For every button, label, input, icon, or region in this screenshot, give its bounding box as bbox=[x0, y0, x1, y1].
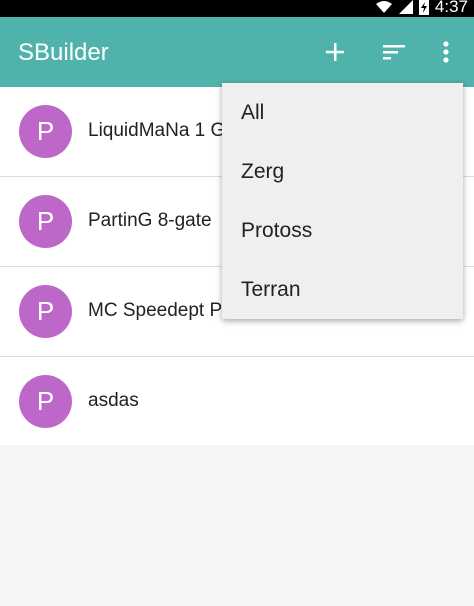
add-icon bbox=[326, 43, 344, 61]
menu-item-all[interactable]: All bbox=[222, 83, 463, 142]
sort-button[interactable] bbox=[377, 35, 411, 69]
signal-icon bbox=[398, 0, 413, 14]
list-item[interactable]: P asdas bbox=[0, 357, 474, 445]
overflow-menu-button[interactable] bbox=[429, 35, 463, 69]
list-item-title: asdas bbox=[88, 390, 139, 411]
list-item-title: MC Speedept P bbox=[88, 300, 223, 321]
more-vert-icon bbox=[443, 41, 449, 63]
filter-dropdown-menu: All Zerg Protoss Terran bbox=[222, 83, 463, 319]
app-title: SBuilder bbox=[18, 39, 109, 66]
wifi-icon bbox=[375, 0, 392, 13]
list-item-title: LiquidMaNa 1 G bbox=[88, 120, 226, 141]
list-item-title: PartinG 8-gate bbox=[88, 210, 212, 231]
avatar: P bbox=[19, 195, 72, 248]
avatar: P bbox=[19, 105, 72, 158]
avatar: P bbox=[19, 375, 72, 428]
menu-item-terran[interactable]: Terran bbox=[222, 260, 463, 319]
menu-item-protoss[interactable]: Protoss bbox=[222, 201, 463, 260]
avatar: P bbox=[19, 285, 72, 338]
sort-icon bbox=[383, 45, 405, 60]
status-time: 4:37 bbox=[434, 0, 468, 16]
status-bar: 4:37 bbox=[0, 0, 474, 17]
app-bar: SBuilder bbox=[0, 17, 474, 87]
battery-icon bbox=[418, 0, 429, 15]
menu-item-zerg[interactable]: Zerg bbox=[222, 142, 463, 201]
add-button[interactable] bbox=[318, 35, 352, 69]
